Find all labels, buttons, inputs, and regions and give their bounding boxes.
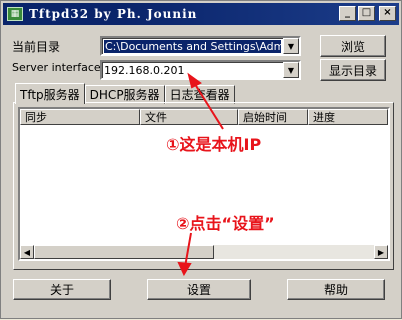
scroll-right-icon[interactable]: ▶ <box>374 245 388 259</box>
column-header-sync[interactable]: 同步 <box>20 109 140 125</box>
browse-button[interactable]: 浏览 <box>320 35 386 57</box>
title-bar[interactable]: ▦ Tftpd32 by Ph. Jounin _ □ × <box>3 3 399 25</box>
tab-strip: Tftp服务器 DHCP服务器 日志查看器 <box>15 83 235 104</box>
scroll-left-icon[interactable]: ◀ <box>20 245 34 259</box>
settings-annotation: ②点击“设置” <box>176 214 275 233</box>
ip-annotation: ①这是本机IP <box>166 135 262 154</box>
tftp-tab-panel: 同步 文件 启始时间 进度 ◀ ▶ <box>13 102 394 270</box>
scroll-track[interactable] <box>34 245 374 259</box>
maximize-button[interactable]: □ <box>358 6 375 21</box>
minimize-button[interactable]: _ <box>339 6 356 21</box>
close-button[interactable]: × <box>379 6 396 21</box>
server-interfaces-label: Server interfaces <box>12 61 107 74</box>
server-interfaces-combo[interactable]: 192.168.0.201 ▼ <box>100 60 301 80</box>
current-dir-value: C:\Documents and Settings\Administrator <box>104 39 281 53</box>
server-interfaces-value: 192.168.0.201 <box>104 63 185 77</box>
list-header: 同步 文件 启始时间 进度 <box>20 109 388 125</box>
window-title: Tftpd32 by Ph. Jounin <box>29 7 198 21</box>
scroll-thumb[interactable] <box>34 245 214 259</box>
tftp-app-icon: ▦ <box>7 7 23 21</box>
current-dir-label: 当前目录 <box>12 40 61 54</box>
settings-button[interactable]: 设置 <box>147 279 251 300</box>
current-dir-combo[interactable]: C:\Documents and Settings\Administrator … <box>100 36 301 56</box>
chevron-down-icon[interactable]: ▼ <box>283 38 299 54</box>
window-controls: _ □ × <box>339 6 396 21</box>
tab-tftp-server[interactable]: Tftp服务器 <box>15 83 85 104</box>
column-header-progress[interactable]: 进度 <box>308 109 388 125</box>
help-button[interactable]: 帮助 <box>287 279 385 300</box>
column-header-start-time[interactable]: 启始时间 <box>238 109 308 125</box>
show-dir-button[interactable]: 显示目录 <box>320 59 386 81</box>
horizontal-scrollbar[interactable]: ◀ ▶ <box>20 245 388 259</box>
about-button[interactable]: 关于 <box>13 279 111 300</box>
column-header-file[interactable]: 文件 <box>140 109 238 125</box>
tftpd32-window: ▦ Tftpd32 by Ph. Jounin _ □ × 当前目录 C:\Do… <box>0 0 402 319</box>
chevron-down-icon[interactable]: ▼ <box>283 62 299 78</box>
